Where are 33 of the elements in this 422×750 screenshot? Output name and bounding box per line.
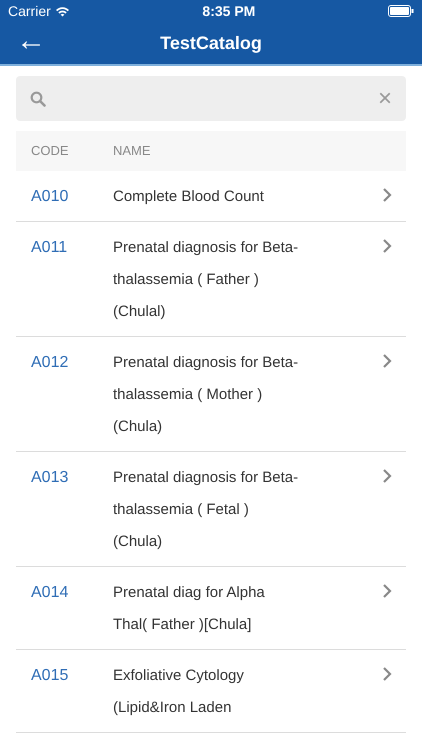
- chevron-icon: [382, 353, 392, 369]
- test-name: Prenatal diagnosis for Beta-thalassemia ( Fetal ) (Chula): [113, 468, 300, 552]
- clock: 8:35 PM: [202, 2, 256, 20]
- list-row[interactable]: A014 Prenatal diag for Alpha Thal( Father )[Chula]: [16, 567, 406, 650]
- list-row[interactable]: A013 Prenatal diagnosis for Beta-thalassemia ( Fetal ) (Chula): [16, 452, 406, 567]
- test-code: A010: [31, 188, 68, 205]
- battery-icon: [388, 5, 414, 17]
- screen-title: TestCatalog: [160, 32, 262, 55]
- chevron-icon: [382, 666, 392, 682]
- chevron-icon: [382, 468, 392, 484]
- test-code: A011: [31, 239, 68, 256]
- test-name: Prenatal diag for Alpha Thal( Father )[Chula]: [113, 583, 266, 635]
- test-name: Prenatal diagnosis for Beta-thalassemia ( Father ) (Chulal): [113, 238, 300, 322]
- test-code: A014: [31, 584, 68, 601]
- test-name: Prenatal diagnosis for Beta-thalassemia ( Mother ) (Chula): [113, 353, 300, 437]
- search-icon: [30, 90, 46, 106]
- back-button[interactable]: ←: [16, 26, 46, 56]
- test-code: A012: [31, 354, 68, 371]
- column-header: NAME: [113, 143, 151, 158]
- list-row[interactable]: A011 Prenatal diagnosis for Beta-thalassemia ( Father ) (Chulal): [16, 222, 406, 337]
- list-row[interactable]: A015 Exfoliative Cytology (Lipid&Iron Laden: [16, 650, 406, 733]
- test-code: A013: [31, 469, 68, 486]
- test-name: Complete Blood Count: [113, 187, 265, 207]
- test-code: A015: [31, 667, 68, 684]
- list-row[interactable]: A012 Prenatal diagnosis for Beta-thalassemia ( Mother ) (Chula): [16, 337, 406, 452]
- chevron-icon: [382, 187, 392, 203]
- test-name: Exfoliative Cytology (Lipid&Iron Laden: [113, 666, 245, 718]
- carrier-label: Carrier: [8, 2, 51, 20]
- chevron-icon: [382, 583, 392, 599]
- list-row[interactable]: A010 Complete Blood Count: [16, 171, 406, 222]
- chevron-icon: [382, 238, 392, 254]
- column-header: CODE: [31, 143, 69, 158]
- wifi-icon: [54, 6, 70, 16]
